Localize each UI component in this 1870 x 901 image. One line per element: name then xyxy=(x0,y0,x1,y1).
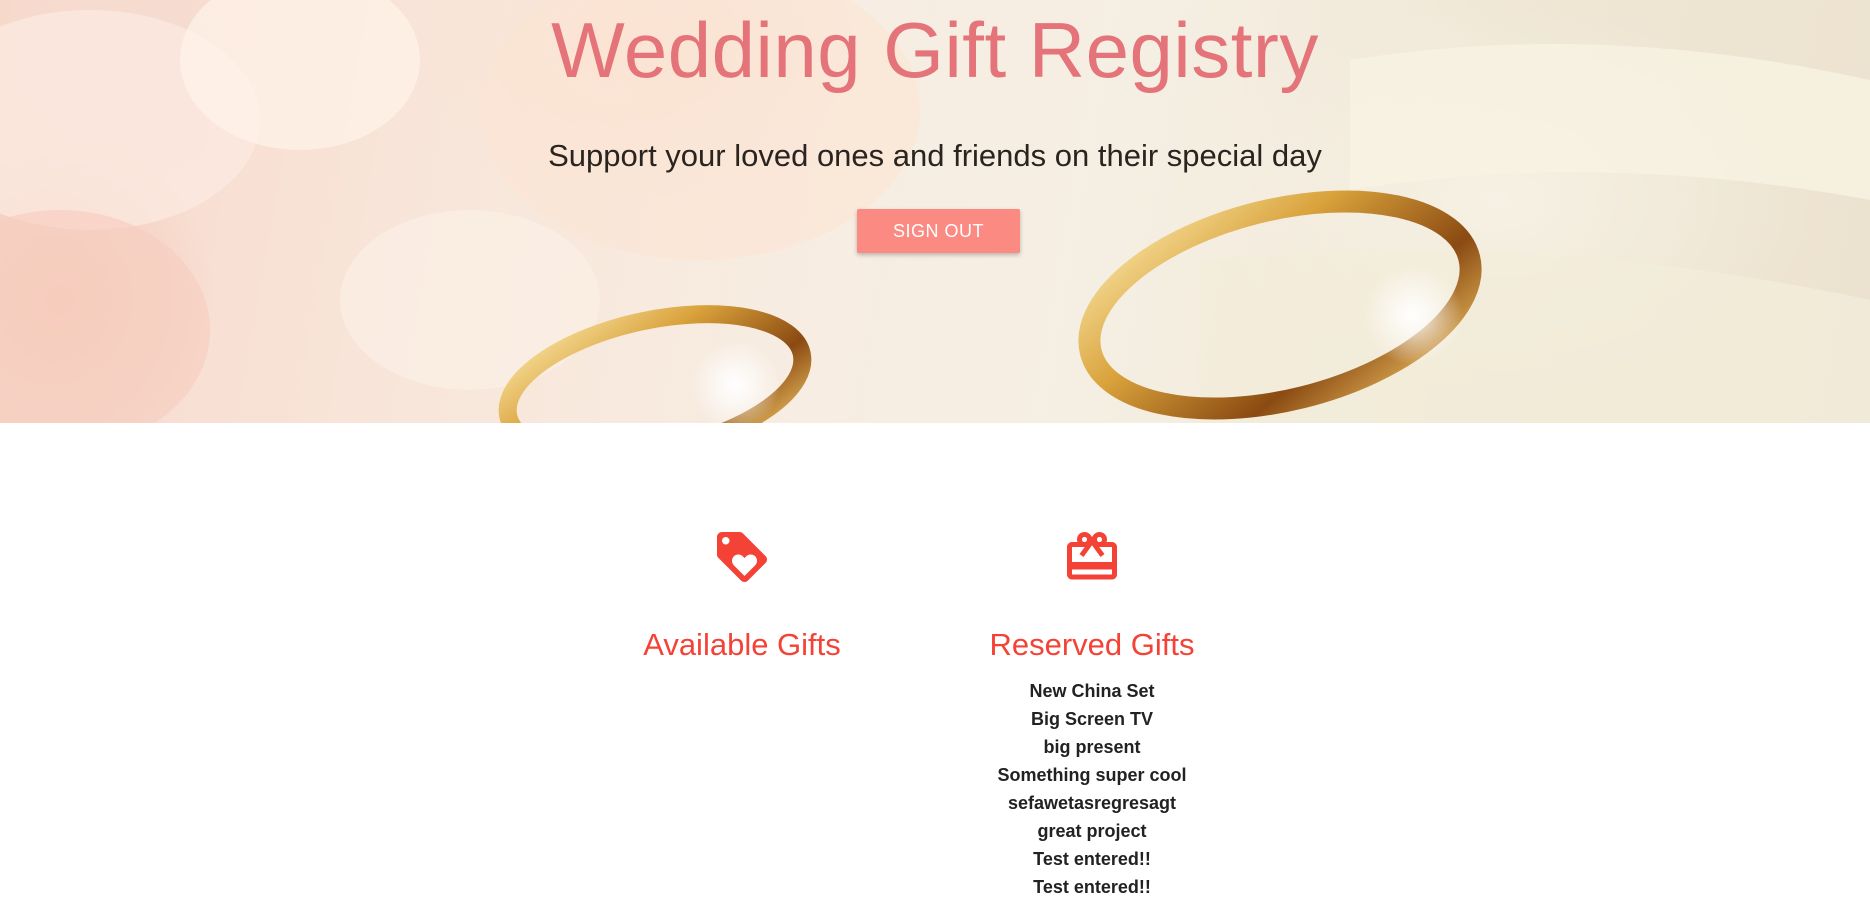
reserved-gift-item: big present xyxy=(1043,737,1141,757)
reserved-gift-item: Test entered!! xyxy=(1033,849,1151,869)
reserved-gift-item: sefawetasregresagt xyxy=(1007,793,1177,813)
reserved-gift-item: New China Set xyxy=(1029,681,1155,701)
page-title: Wedding Gift Registry xyxy=(551,6,1319,94)
hero-banner: Wedding Gift Registry Support your loved… xyxy=(0,0,1870,423)
rose-petal xyxy=(0,210,210,423)
heart-tag-icon xyxy=(717,532,767,582)
sparkle xyxy=(1363,265,1463,365)
reserved-gifts-list: New China Set Big Screen TV big present Som… xyxy=(942,677,1242,901)
reserved-gift-item: Something super cool xyxy=(997,765,1187,785)
reserved-gift-item: great project xyxy=(1037,821,1147,841)
reserved-gift-item: Big Screen TV xyxy=(1030,709,1154,729)
gift-card-icon xyxy=(1067,532,1117,580)
sign-out-button[interactable]: SIGN OUT xyxy=(857,209,1020,253)
reserved-gift-item: Test entered!! xyxy=(1033,877,1151,897)
gift-columns: Available Gifts Reserved Gifts New China… xyxy=(0,423,1870,897)
rose-petal xyxy=(340,210,600,390)
page-subtitle: Support your loved ones and friends on t… xyxy=(548,138,1322,173)
reserved-gifts-heading: Reserved Gifts xyxy=(989,627,1195,662)
sparkle xyxy=(690,340,780,423)
available-gifts-heading: Available Gifts xyxy=(643,627,841,662)
